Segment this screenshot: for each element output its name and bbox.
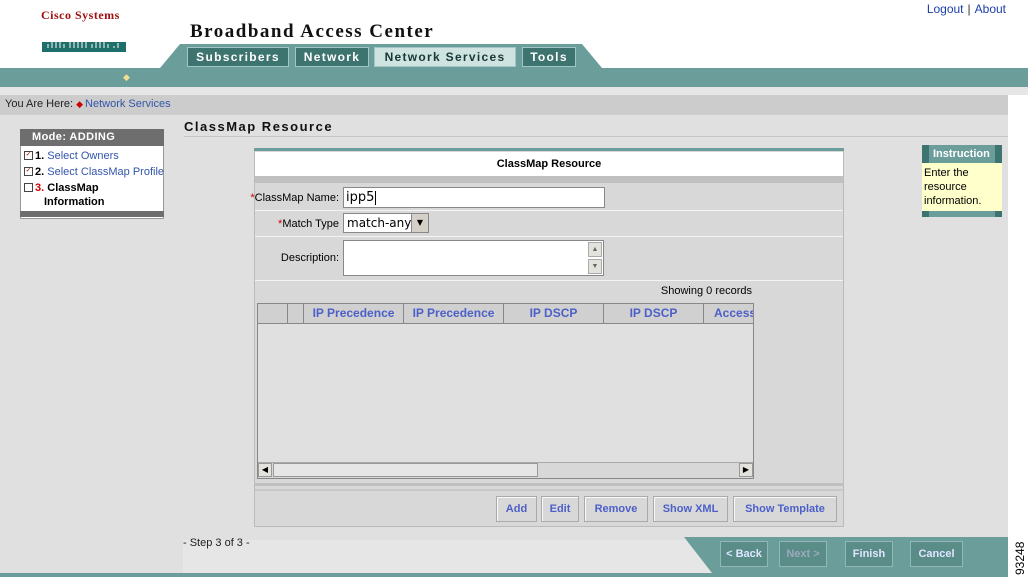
edit-button[interactable]: Edit (541, 496, 579, 522)
tab-tools[interactable]: Tools (522, 47, 576, 67)
remove-button[interactable]: Remove (584, 496, 648, 522)
step-2: ✓ 2. Select ClassMap Profile (24, 166, 164, 178)
finish-button[interactable]: Finish (845, 541, 893, 567)
scrollbar-thumb[interactable] (273, 463, 538, 477)
instruction-panel: Instruction Enter the resource informati… (922, 145, 1002, 217)
form-title-divider (255, 176, 843, 183)
unchecked-checkbox-icon (24, 182, 33, 192)
mode-title: Mode: ADDING (20, 129, 164, 146)
step-3: 3. ClassMap (24, 182, 99, 194)
breadcrumb: You Are Here: ◆ Network Services (5, 98, 171, 110)
bottom-strip (0, 573, 1008, 577)
match-type-value: match-any (347, 216, 412, 230)
row-divider (255, 210, 843, 211)
column-header-select[interactable] (258, 304, 288, 323)
cisco-logo-icon (42, 30, 126, 52)
cancel-button[interactable]: Cancel (910, 541, 963, 567)
button-bar-divider (255, 483, 843, 486)
show-xml-button[interactable]: Show XML (653, 496, 728, 522)
tab-subscribers[interactable]: Subscribers (187, 47, 289, 67)
row-divider (255, 280, 843, 281)
instruction-body: Enter the resource information. (922, 163, 1002, 211)
column-header-ip-precedence-2[interactable]: IP Precedence (404, 304, 504, 323)
breadcrumb-prefix: You Are Here: (5, 98, 74, 110)
button-bar-divider-2 (255, 489, 843, 491)
scroll-up-icon[interactable]: ▲ (588, 242, 602, 257)
mode-panel-footer (20, 211, 164, 217)
app-title: Broadband Access Center (190, 21, 435, 42)
logout-link[interactable]: Logout (927, 2, 964, 16)
next-button[interactable]: Next > (779, 541, 827, 567)
chevron-down-icon[interactable]: ▼ (411, 214, 428, 232)
match-type-label-text: Match Type (282, 218, 339, 230)
step-2-link[interactable]: Select ClassMap Profile (47, 166, 164, 178)
step-3-label: ClassMap (47, 182, 99, 194)
add-button[interactable]: Add (496, 496, 537, 522)
back-button[interactable]: < Back (720, 541, 768, 567)
match-type-label: *Match Type (278, 218, 339, 230)
logo-text: Cisco Systems (41, 8, 120, 22)
step-3-number: 3. (35, 182, 45, 194)
section-title: ClassMap Resource (184, 119, 334, 134)
step-1-number: 1. (35, 150, 45, 162)
column-header-ip-dscp-2[interactable]: IP DSCP (604, 304, 704, 323)
show-template-button[interactable]: Show Template (733, 496, 837, 522)
tab-network[interactable]: Network (295, 47, 369, 67)
instruction-line: Enter the (924, 167, 969, 179)
instruction-line: information. (924, 195, 982, 207)
column-header-ip-precedence[interactable]: IP Precedence (304, 304, 404, 323)
classmap-name-input[interactable]: ipp5 (343, 187, 605, 208)
step-3-label-line2-text: Information (44, 196, 105, 208)
figure-number-text: 93248 (1013, 541, 1027, 575)
diamond-icon: ◆ (123, 72, 130, 82)
link-separator: | (967, 2, 971, 16)
top-links: Logout | About (927, 2, 1006, 16)
form-title: ClassMap Resource (255, 152, 843, 176)
instruction-title: Instruction (922, 145, 1002, 163)
description-label: Description: (280, 252, 339, 264)
instruction-footer (922, 211, 1002, 217)
classmap-name-label: *ClassMap Name: (250, 192, 339, 204)
header-spacer (0, 87, 1028, 95)
match-type-select[interactable]: match-any ▼ (343, 213, 429, 233)
description-textarea[interactable]: ▲ ▼ (343, 240, 604, 276)
results-table: IP Precedence IP Precedence IP DSCP IP D… (257, 303, 754, 479)
checked-checkbox-icon: ✓ (24, 150, 33, 160)
about-link[interactable]: About (975, 2, 1006, 16)
text-cursor (375, 190, 377, 205)
instruction-line: resource (924, 181, 967, 193)
classmap-name-label-text: ClassMap Name: (254, 192, 339, 204)
figure-number: 93248 (1013, 541, 1027, 575)
step-1-link[interactable]: Select Owners (47, 150, 119, 162)
breadcrumb-link[interactable]: Network Services (85, 98, 171, 110)
tab-network-services[interactable]: Network Services (374, 47, 516, 67)
step-indicator: - Step 3 of 3 - (183, 537, 250, 549)
step-2-number: 2. (35, 166, 45, 178)
table-header: IP Precedence IP Precedence IP DSCP IP D… (258, 304, 753, 324)
checked-checkbox-icon: ✓ (24, 166, 33, 176)
column-header-ip-dscp[interactable]: IP DSCP (504, 304, 604, 323)
row-divider (255, 236, 843, 237)
scroll-down-icon[interactable]: ▼ (588, 259, 602, 274)
header-band (0, 68, 1028, 87)
form-top-border (254, 148, 844, 151)
column-header-access[interactable]: Access (704, 304, 753, 323)
horizontal-scrollbar[interactable]: ◀ ▶ (258, 462, 753, 478)
step-1: ✓ 1. Select Owners (24, 150, 119, 162)
section-divider (184, 136, 1008, 137)
breadcrumb-bullet-icon: ◆ (76, 99, 84, 109)
scroll-right-icon[interactable]: ▶ (739, 463, 753, 477)
scroll-left-icon[interactable]: ◀ (258, 463, 272, 477)
records-count: Showing 0 records (660, 285, 752, 297)
step-3-label-line2: Information (44, 196, 105, 208)
column-header-blank[interactable] (288, 304, 304, 323)
